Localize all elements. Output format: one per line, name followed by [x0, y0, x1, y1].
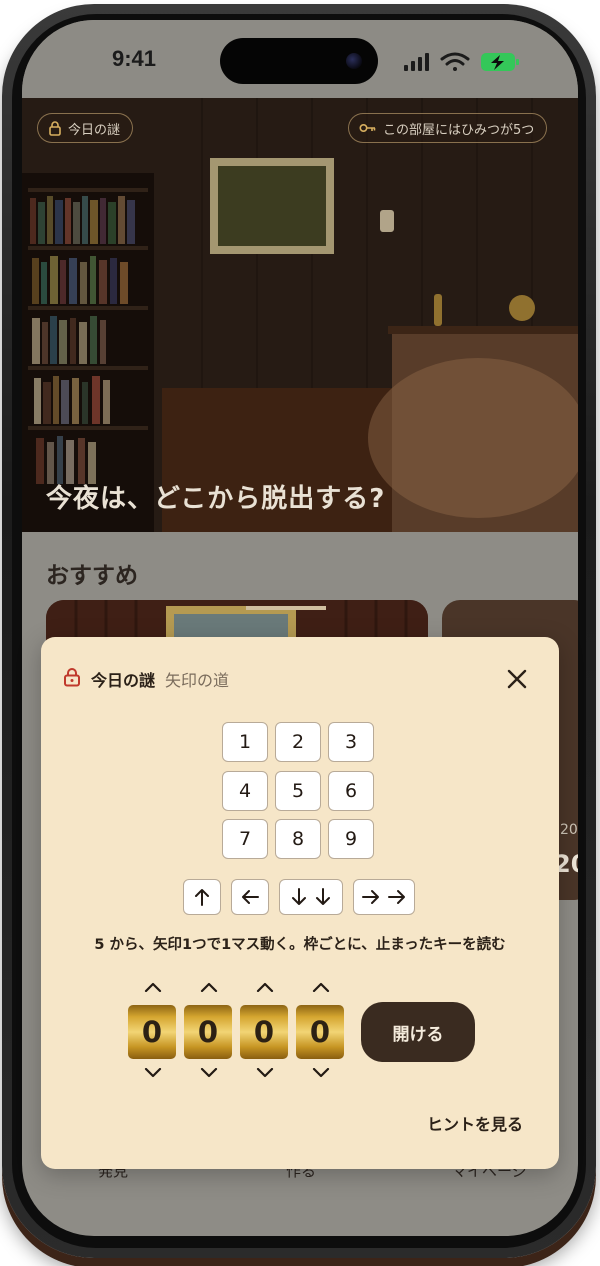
chevron-up-icon — [200, 982, 218, 992]
chevron-up-icon — [312, 982, 330, 992]
dial-1-increment-button[interactable] — [141, 979, 165, 995]
dial-column-1: 0 — [128, 977, 178, 1085]
room-illustration — [22, 98, 578, 532]
hero-banner[interactable]: 今日の謎 この部屋にはひみつが5つ 今夜は、どこから脱出する? — [22, 98, 578, 532]
lock-icon — [63, 667, 81, 691]
arrow-up-icon — [195, 889, 209, 906]
daily-puzzle-modal: 今日の謎 矢印の道 1 2 3 4 5 6 7 8 9 5 から、矢印1つで1マ… — [41, 637, 559, 1169]
dial-4-increment-button[interactable] — [309, 979, 333, 995]
card-year-small: 20 — [560, 822, 578, 838]
dial-2-decrement-button[interactable] — [197, 1065, 221, 1081]
dynamic-island — [220, 38, 378, 84]
dial-1-value[interactable]: 0 — [128, 1005, 176, 1059]
modal-header: 今日の謎 矢印の道 — [63, 667, 229, 691]
keypad-key-4[interactable]: 4 — [222, 771, 268, 811]
arrow-clue-right-right[interactable] — [353, 879, 415, 915]
arrow-left-icon — [242, 890, 259, 904]
keypad-key-9[interactable]: 9 — [328, 819, 374, 859]
keypad-key-7[interactable]: 7 — [222, 819, 268, 859]
modal-subtitle: 矢印の道 — [165, 671, 230, 690]
battery-charging-icon — [481, 53, 519, 71]
daily-puzzle-chip-label: 今日の謎 — [68, 122, 121, 138]
status-icons — [402, 50, 542, 74]
dial-2-value[interactable]: 0 — [184, 1005, 232, 1059]
dial-4-decrement-button[interactable] — [309, 1065, 333, 1081]
dial-3-value[interactable]: 0 — [240, 1005, 288, 1059]
arrow-down-icon — [316, 888, 330, 905]
lock-icon — [48, 120, 62, 136]
puzzle-instruction: 5 から、矢印1つで1マス動く。枠ごとに、止まったキーを読む — [94, 937, 506, 953]
arrow-clue-left[interactable] — [231, 879, 269, 915]
dial-column-4: 0 — [296, 977, 346, 1085]
keypad-key-1[interactable]: 1 — [222, 722, 268, 762]
arrow-clue-up[interactable] — [183, 879, 221, 915]
dial-column-3: 0 — [240, 977, 290, 1085]
keypad-key-5[interactable]: 5 — [275, 771, 321, 811]
chevron-down-icon — [200, 1068, 218, 1078]
chevron-up-icon — [144, 982, 162, 992]
status-bar: 9:41 — [22, 20, 578, 98]
chevron-up-icon — [256, 982, 274, 992]
close-button[interactable] — [503, 665, 531, 693]
keypad-key-8[interactable]: 8 — [275, 819, 321, 859]
cellular-signal-icon — [404, 53, 429, 71]
arrow-down-icon — [292, 888, 306, 905]
keypad-key-2[interactable]: 2 — [275, 722, 321, 762]
status-time: 9:41 — [112, 46, 157, 71]
daily-puzzle-chip[interactable]: 今日の謎 — [37, 113, 134, 143]
close-icon — [507, 669, 527, 689]
dial-2-increment-button[interactable] — [197, 979, 221, 995]
arrow-right-icon — [388, 890, 405, 904]
show-hint-link[interactable]: ヒントを見る — [427, 1111, 523, 1135]
recommend-section-title: おすすめ — [46, 563, 138, 589]
chevron-down-icon — [144, 1068, 162, 1078]
dial-3-decrement-button[interactable] — [253, 1065, 277, 1081]
arrow-clue-down-down[interactable] — [279, 879, 343, 915]
secrets-chip-label: この部屋にはひみつが5つ — [383, 122, 535, 138]
key-icon — [359, 122, 377, 134]
chevron-down-icon — [256, 1068, 274, 1078]
camera-icon — [346, 53, 362, 69]
modal-title: 今日の謎 — [91, 671, 156, 690]
arrow-right-icon — [362, 890, 379, 904]
wifi-icon — [440, 52, 470, 71]
secrets-chip[interactable]: この部屋にはひみつが5つ — [348, 113, 548, 143]
keypad-key-3[interactable]: 3 — [328, 722, 374, 762]
dial-3-increment-button[interactable] — [253, 979, 277, 995]
open-button[interactable]: 開ける — [361, 1002, 475, 1062]
dial-4-value[interactable]: 0 — [296, 1005, 344, 1059]
dial-column-2: 0 — [184, 977, 234, 1085]
hero-title: 今夜は、どこから脱出する? — [46, 484, 386, 514]
chevron-down-icon — [312, 1068, 330, 1078]
keypad-key-6[interactable]: 6 — [328, 771, 374, 811]
dial-1-decrement-button[interactable] — [141, 1065, 165, 1081]
